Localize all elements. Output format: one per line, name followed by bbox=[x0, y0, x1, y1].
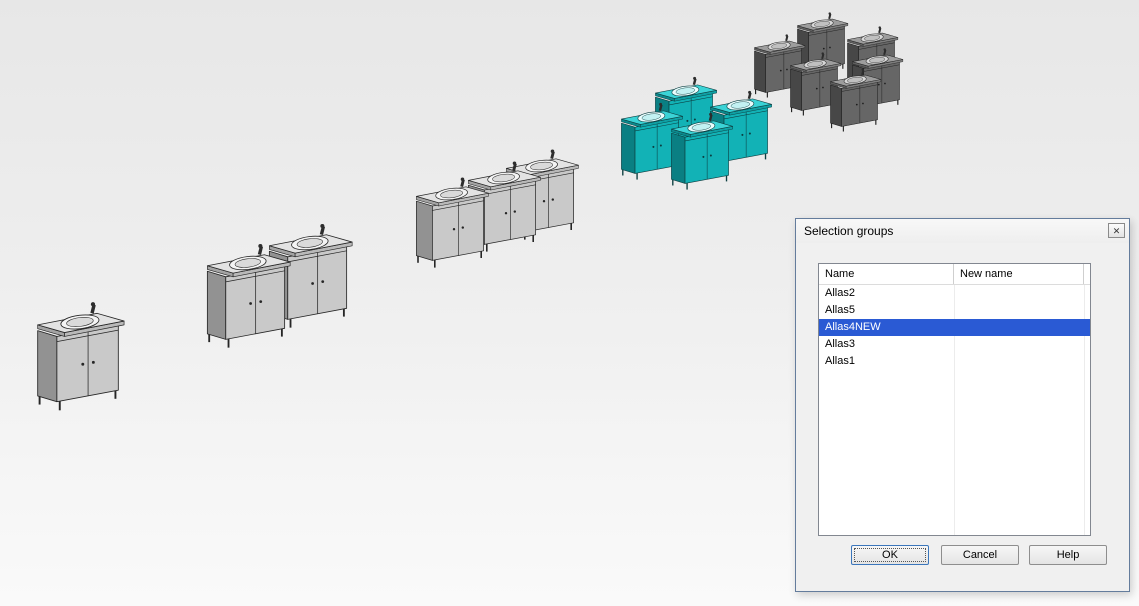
row-new-name bbox=[954, 319, 1090, 336]
row-name: Allas5 bbox=[819, 302, 954, 319]
list-row[interactable]: Allas4NEW bbox=[819, 319, 1090, 336]
cad-viewport[interactable]: Selection groups ✕ Name New name Allas2A… bbox=[0, 0, 1139, 606]
row-new-name bbox=[954, 353, 1090, 370]
row-new-name bbox=[954, 285, 1090, 302]
close-button[interactable]: ✕ bbox=[1108, 223, 1125, 238]
row-new-name bbox=[954, 336, 1090, 353]
row-name: Allas3 bbox=[819, 336, 954, 353]
column-header-name[interactable]: Name bbox=[819, 264, 954, 284]
list-rows: Allas2Allas5Allas4NEWAllas3Allas1 bbox=[819, 285, 1090, 370]
close-icon: ✕ bbox=[1113, 226, 1121, 236]
dialog-title: Selection groups bbox=[804, 224, 893, 238]
selection-groups-list[interactable]: Name New name Allas2Allas5Allas4NEWAllas… bbox=[818, 263, 1091, 536]
row-new-name bbox=[954, 302, 1090, 319]
column-header-new-name[interactable]: New name bbox=[954, 264, 1084, 284]
cancel-button[interactable]: Cancel bbox=[941, 545, 1019, 565]
dialog-titlebar[interactable]: Selection groups ✕ bbox=[796, 219, 1129, 243]
cabinet-gray[interactable] bbox=[207, 244, 290, 348]
help-button[interactable]: Help bbox=[1029, 545, 1107, 565]
list-row[interactable]: Allas3 bbox=[819, 336, 1090, 353]
list-row[interactable]: Allas5 bbox=[819, 302, 1090, 319]
cabinet-dark[interactable] bbox=[830, 68, 880, 131]
selection-groups-dialog: Selection groups ✕ Name New name Allas2A… bbox=[795, 218, 1130, 592]
ok-button[interactable]: OK bbox=[851, 545, 929, 565]
cabinet-gray[interactable] bbox=[416, 177, 488, 267]
row-name: Allas1 bbox=[819, 353, 954, 370]
row-name: Allas2 bbox=[819, 285, 954, 302]
list-row[interactable]: Allas2 bbox=[819, 285, 1090, 302]
row-name: Allas4NEW bbox=[819, 319, 954, 336]
list-header: Name New name bbox=[819, 264, 1090, 285]
list-row[interactable]: Allas1 bbox=[819, 353, 1090, 370]
cabinet-gray[interactable] bbox=[38, 302, 124, 410]
